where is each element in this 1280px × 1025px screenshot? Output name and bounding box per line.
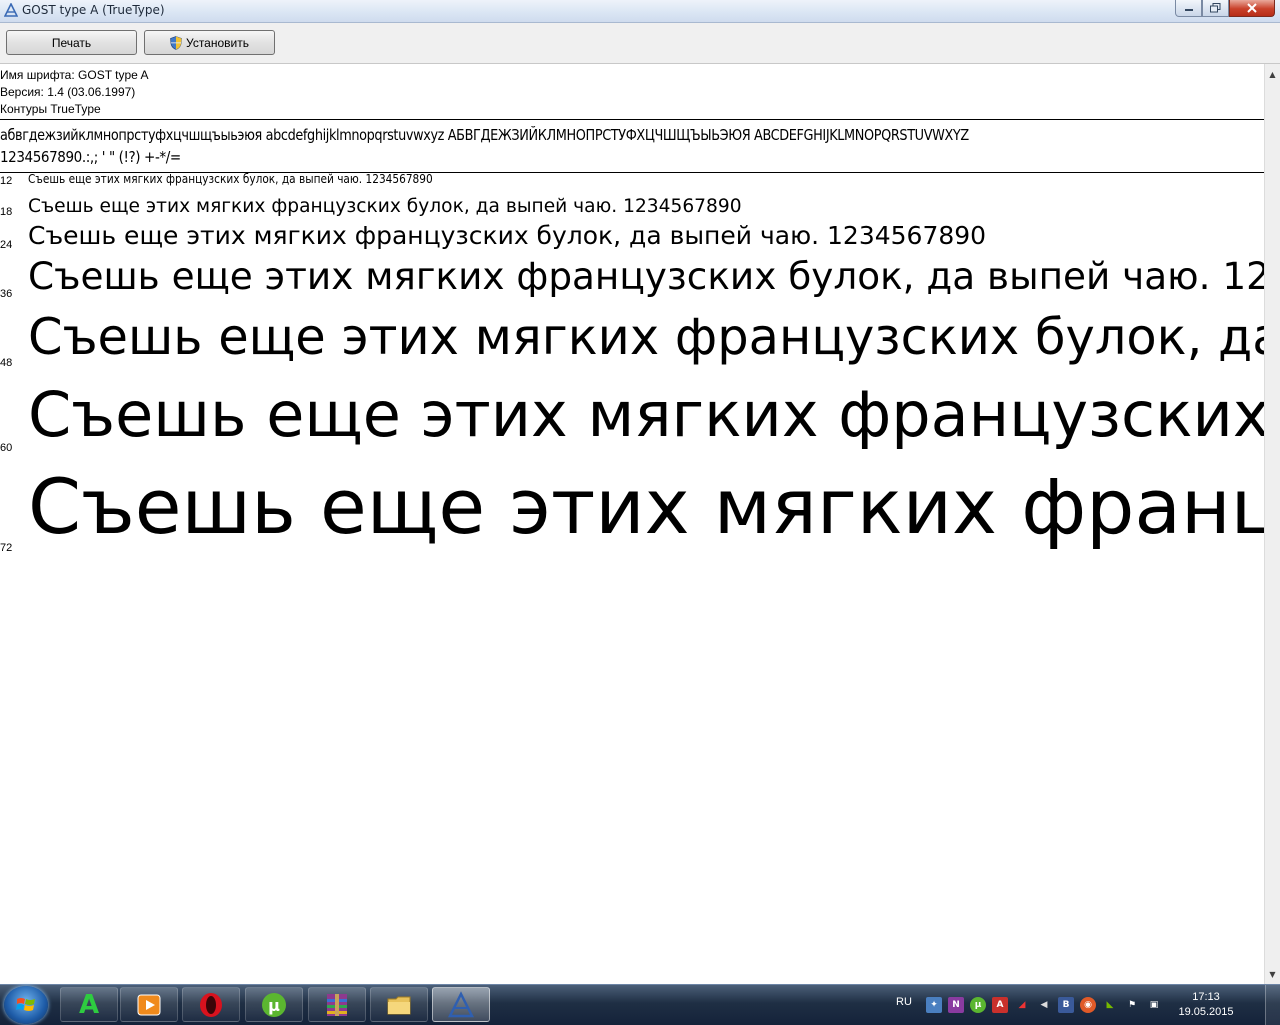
clock[interactable]: 17:13 19.05.2015	[1176, 990, 1236, 1020]
sample-text: Съешь еще этих мягких французских булок,…	[28, 308, 1264, 366]
system-tray: RU ✦ N µ A ◢ ◀ B ◉ ◣ ⚑ ▣ 17:13 19.05.201…	[880, 985, 1280, 1025]
start-button[interactable]	[4, 986, 48, 1024]
divider	[0, 119, 1264, 120]
restore-icon	[1210, 3, 1221, 13]
minimize-button[interactable]	[1175, 0, 1202, 17]
sample-row: 48 Съешь еще этих мягких французских було…	[0, 306, 1264, 369]
vertical-scrollbar[interactable]: ▲ ▼	[1264, 64, 1280, 984]
sample-size-label: 36	[0, 288, 13, 300]
character-set: абвгдежзийклмнопрстуфхцчшщъыьэюя abcdefg…	[0, 124, 1264, 168]
green-a-icon: A	[78, 989, 100, 1020]
windows-logo-icon	[16, 998, 35, 1011]
font-name-line: Имя шрифта: GOST type A	[0, 68, 149, 82]
tray-icons: ✦ N µ A ◢ ◀ B ◉ ◣ ⚑ ▣	[926, 997, 1162, 1013]
sample-text: Съешь еще этих мягких французских булок,…	[28, 195, 742, 217]
print-button[interactable]: Печать	[6, 30, 137, 55]
sample-row: 18 Съешь еще этих мягких французских було…	[0, 194, 1264, 218]
sample-size-label: 18	[0, 206, 13, 218]
sample-text: Съешь еще этих мягких французски	[28, 462, 1264, 551]
taskbar-item-media-player[interactable]	[120, 987, 178, 1022]
font-info: Имя шрифта: GOST type A Версия: 1.4 (03.…	[0, 67, 149, 118]
acrobat-icon[interactable]: A	[992, 997, 1008, 1013]
taskbar: A µ RU ✦ N µ A ◢ ◀ B ◉ ◣ ⚑ ▣ 17:13 19.05…	[0, 984, 1280, 1025]
flag-warning-icon[interactable]: ◢	[1014, 997, 1030, 1013]
show-desktop-button[interactable]	[1265, 985, 1280, 1025]
winrar-icon	[327, 993, 347, 1016]
sample-size-label: 12	[0, 175, 13, 187]
network-app-icon[interactable]: ✦	[926, 997, 942, 1013]
volume-icon[interactable]: ◀	[1036, 997, 1052, 1013]
utorrent-tray-icon[interactable]: µ	[970, 997, 986, 1013]
onenote-icon[interactable]: N	[948, 997, 964, 1013]
taskbar-item-app-a[interactable]: A	[60, 987, 118, 1022]
utorrent-icon: µ	[262, 992, 286, 1017]
scroll-down-icon[interactable]: ▼	[1265, 966, 1280, 982]
sample-row: 24 Съешь еще этих мягких французских було…	[0, 220, 1264, 251]
charset-symbols: 1234567890.:,; ' " (!?) +-*/=	[0, 148, 181, 166]
taskbar-item-opera[interactable]	[182, 987, 240, 1022]
font-version-line: Версия: 1.4 (03.06.1997)	[0, 85, 136, 99]
close-icon	[1247, 3, 1257, 13]
taskbar-item-utorrent[interactable]: µ	[245, 987, 303, 1022]
taskbar-item-explorer[interactable]	[370, 987, 428, 1022]
clock-time: 17:13	[1192, 991, 1220, 1003]
close-button[interactable]	[1229, 0, 1275, 17]
media-player-icon	[137, 994, 161, 1015]
scroll-up-icon[interactable]: ▲	[1265, 66, 1280, 82]
window-controls	[1175, 0, 1275, 18]
font-viewer-icon	[447, 990, 475, 1017]
font-outline-line: Контуры TrueType	[0, 102, 101, 116]
clock-date: 19.05.2015	[1178, 1006, 1234, 1018]
font-preview-area: Имя шрифта: GOST type A Версия: 1.4 (03.…	[0, 64, 1264, 984]
opera-icon	[200, 992, 222, 1017]
sample-text: Съешь еще этих мягких французских булок	[28, 378, 1264, 451]
sample-size-label: 48	[0, 357, 13, 369]
sample-text: Съешь еще этих мягких французских булок,…	[28, 172, 433, 186]
uac-shield-icon	[170, 35, 182, 50]
print-button-label: Печать	[51, 35, 92, 50]
sample-size-label: 24	[0, 239, 13, 251]
action-center-icon[interactable]: ⚑	[1124, 997, 1140, 1013]
sample-text: Съешь еще этих мягких французских булок,…	[28, 221, 987, 250]
install-button-label: Установить	[186, 35, 249, 50]
maximize-button[interactable]	[1202, 0, 1229, 17]
install-button[interactable]: Установить	[144, 30, 275, 55]
toolbar: Печать Установить	[0, 23, 1280, 64]
sample-text: Съешь еще этих мягких французских булок,…	[28, 255, 1264, 298]
sample-size-label: 60	[0, 442, 13, 454]
network-icon[interactable]: ▣	[1146, 997, 1162, 1013]
svg-text:µ: µ	[268, 996, 280, 1015]
sample-size-label: 72	[0, 542, 13, 554]
sample-row: 60 Съешь еще этих мягких французских було…	[0, 376, 1264, 454]
font-app-icon	[4, 3, 18, 17]
title-bar: GOST type A (TrueType)	[0, 0, 1280, 23]
folder-icon	[387, 996, 411, 1014]
taskbar-item-font-viewer[interactable]	[432, 987, 490, 1022]
charset-letters: абвгдежзийклмнопрстуфхцчшщъыьэюя abcdefg…	[0, 126, 969, 144]
player-tray-icon[interactable]: ◉	[1080, 997, 1096, 1013]
window-title: GOST type A (TrueType)	[22, 3, 165, 17]
nvidia-icon[interactable]: ◣	[1102, 997, 1118, 1013]
vk-icon[interactable]: B	[1058, 997, 1074, 1013]
taskbar-item-winrar[interactable]	[308, 987, 366, 1022]
sample-row: 72 Съешь еще этих мягких французски	[0, 459, 1264, 554]
minimize-icon	[1184, 9, 1193, 11]
language-indicator[interactable]: RU	[896, 996, 912, 1008]
sample-row: 12 Съешь еще этих мягких французских було…	[0, 172, 1264, 187]
sample-row: 36 Съешь еще этих мягких французских було…	[0, 254, 1264, 300]
